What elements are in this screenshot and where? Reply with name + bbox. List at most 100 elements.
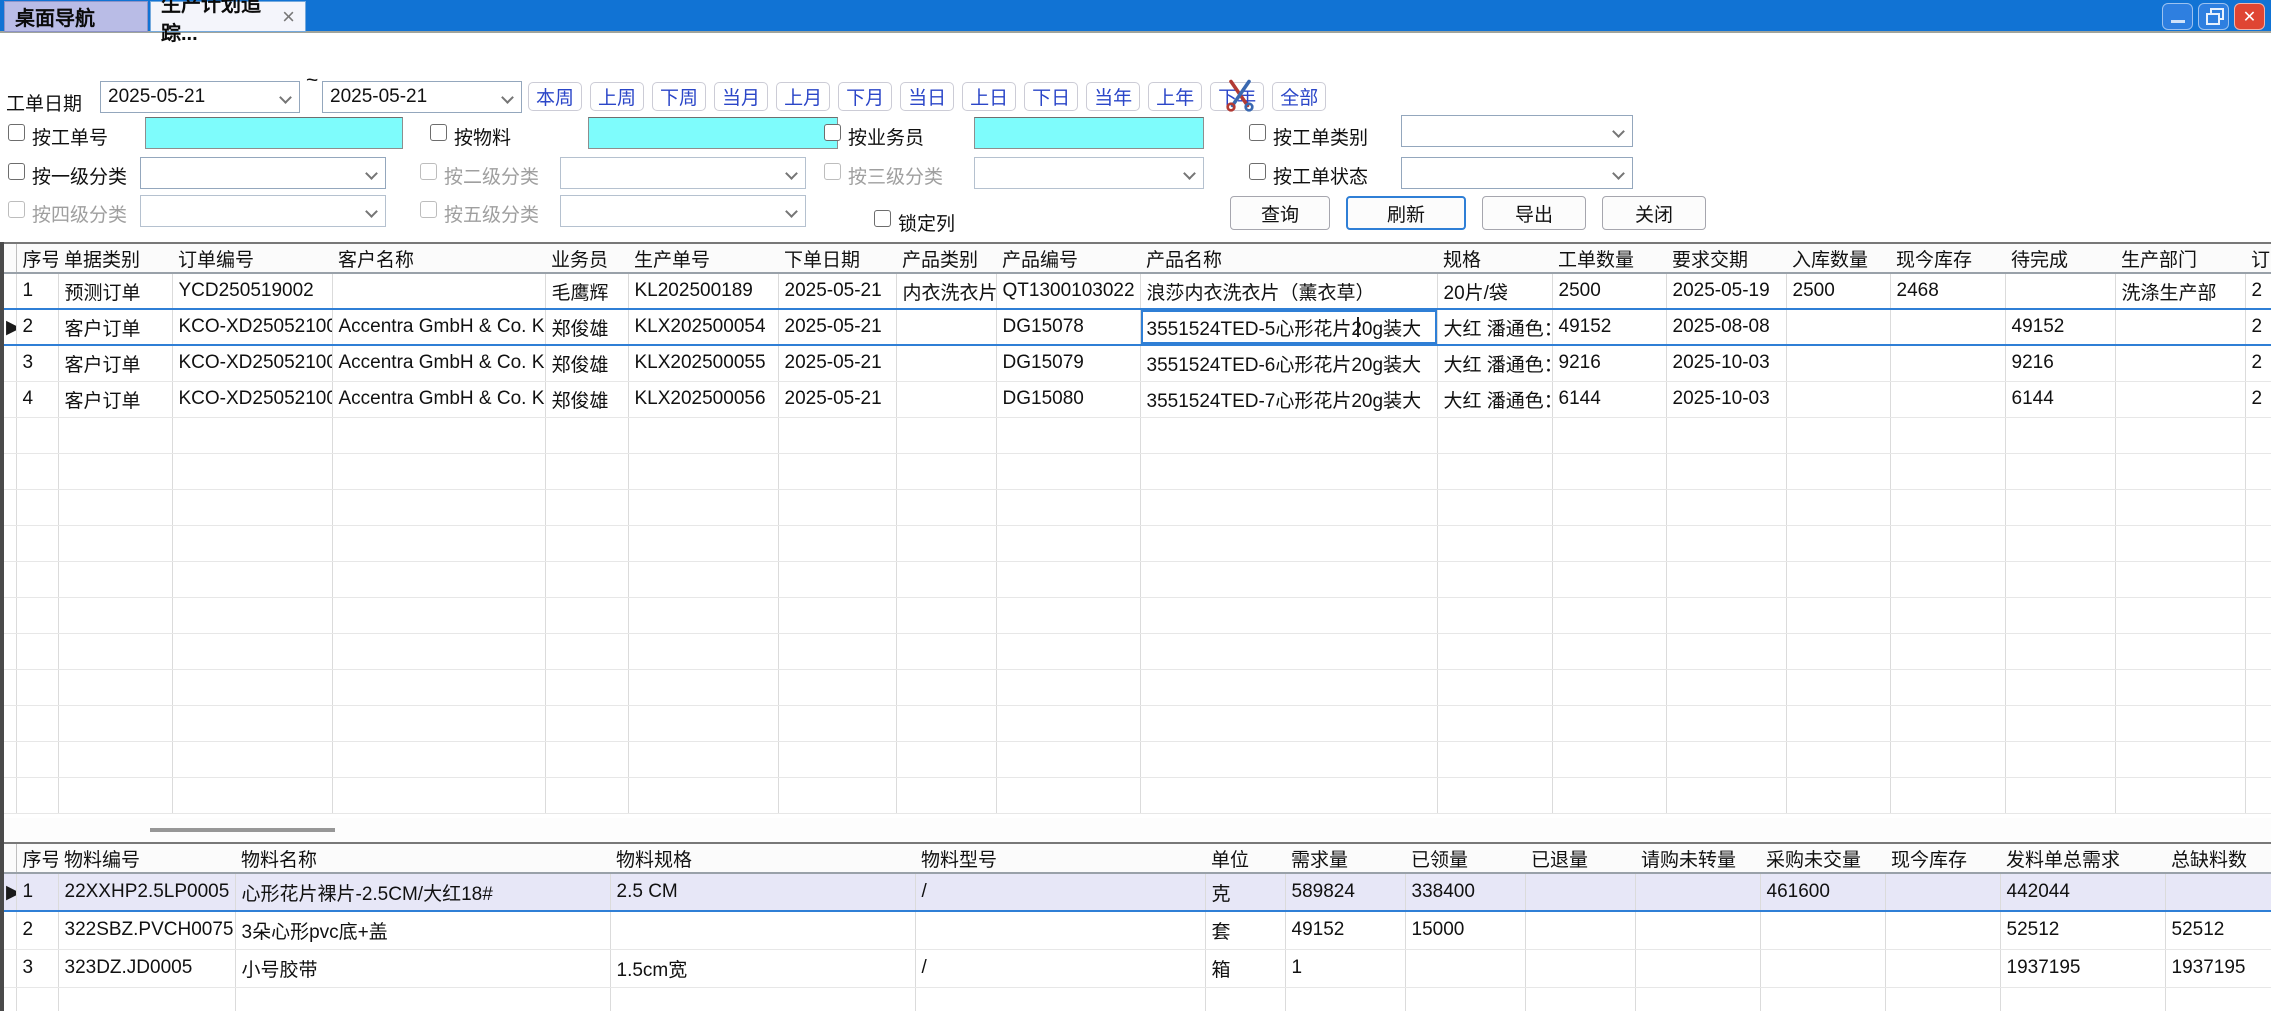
column-header[interactable]: 下单日期 xyxy=(778,244,896,273)
quick-range-button[interactable]: 下月 xyxy=(838,82,892,111)
table-cell[interactable]: KLX202500056 xyxy=(628,381,778,417)
by-cat5-checkbox[interactable] xyxy=(420,201,437,218)
column-header[interactable]: 业务员 xyxy=(545,244,628,273)
table-cell[interactable]: 套 xyxy=(1205,911,1285,949)
export-button[interactable]: 导出 xyxy=(1482,196,1586,230)
column-header[interactable]: 待完成 xyxy=(2005,244,2115,273)
cat5-combobox[interactable] xyxy=(560,195,806,227)
table-cell[interactable] xyxy=(332,273,545,309)
table-row[interactable]: 3323DZ.JD0005小号胶带1.5cm宽/箱119371951937195 xyxy=(0,949,2271,987)
table-cell[interactable] xyxy=(896,345,996,381)
table-cell[interactable]: Accentra GmbH & Co. KG xyxy=(332,381,545,417)
table-cell[interactable]: YCD250519002 xyxy=(172,273,332,309)
salesman-input[interactable] xyxy=(974,117,1204,149)
column-header[interactable]: 请购未转量 xyxy=(1635,844,1760,873)
column-header[interactable]: 物料编号 xyxy=(58,844,235,873)
table-cell[interactable]: 箱 xyxy=(1205,949,1285,987)
table-cell[interactable]: 小号胶带 xyxy=(235,949,610,987)
table-cell[interactable]: 3朵心形pvc底+盖 xyxy=(235,911,610,949)
column-header[interactable]: 物料规格 xyxy=(610,844,915,873)
table-cell[interactable] xyxy=(1635,873,1760,911)
material-input[interactable] xyxy=(588,117,838,149)
table-cell[interactable]: 2 xyxy=(2245,345,2271,381)
table-row[interactable]: ▶122XXHP2.5LP0005心形花片裸片-2.5CM/大红18#2.5 C… xyxy=(0,873,2271,911)
chevron-down-icon[interactable] xyxy=(1612,125,1625,138)
table-cell[interactable]: 2025-05-21 xyxy=(778,309,896,345)
quick-range-button[interactable]: 当日 xyxy=(900,82,954,111)
close-window-button[interactable]: ✕ xyxy=(2234,3,2265,30)
table-cell[interactable]: 郑俊雄 xyxy=(545,345,628,381)
table-cell[interactable]: 49152 xyxy=(2005,309,2115,345)
table-cell[interactable]: 322SBZ.PVCH0075 xyxy=(58,911,235,949)
table-cell[interactable] xyxy=(2115,381,2245,417)
tab-production-plan-tracking[interactable]: 生产计划追踪... × xyxy=(150,1,306,32)
column-header[interactable]: 订单编号 xyxy=(172,244,332,273)
column-header[interactable]: 序号 xyxy=(16,244,58,273)
table-cell[interactable]: 2 xyxy=(2245,273,2271,309)
table-cell[interactable] xyxy=(896,309,996,345)
table-cell[interactable]: KLX202500054 xyxy=(628,309,778,345)
column-header[interactable]: 要求交期 xyxy=(1666,244,1786,273)
table-cell[interactable]: 52512 xyxy=(2165,911,2271,949)
table-cell[interactable] xyxy=(1885,873,2000,911)
column-header[interactable]: 物料名称 xyxy=(235,844,610,873)
quick-range-button[interactable]: 当年 xyxy=(1086,82,1140,111)
column-header[interactable]: 已领量 xyxy=(1405,844,1525,873)
column-header[interactable]: 生产部门 xyxy=(2115,244,2245,273)
table-cell[interactable] xyxy=(610,911,915,949)
table-cell[interactable]: KL202500189 xyxy=(628,273,778,309)
cat3-combobox[interactable] xyxy=(974,157,1204,189)
table-cell[interactable]: KCO-XD250521000 xyxy=(172,309,332,345)
table-row[interactable]: 4客户订单KCO-XD250521000Accentra GmbH & Co. … xyxy=(0,381,2271,417)
table-cell[interactable]: 2 xyxy=(2245,381,2271,417)
table-cell[interactable]: 2468 xyxy=(1890,273,2005,309)
table-cell[interactable]: 442044 xyxy=(2000,873,2165,911)
table-cell[interactable]: 49152 xyxy=(1552,309,1666,345)
table-cell[interactable]: 1937195 xyxy=(2165,949,2271,987)
table-cell[interactable]: 589824 xyxy=(1285,873,1405,911)
table-cell[interactable]: 2500 xyxy=(1786,273,1890,309)
chevron-down-icon[interactable] xyxy=(279,91,292,104)
table-cell[interactable]: 323DZ.JD0005 xyxy=(58,949,235,987)
column-header[interactable]: 序号 xyxy=(16,844,58,873)
by-cat2-checkbox[interactable] xyxy=(420,163,437,180)
quick-range-button[interactable]: 上年 xyxy=(1148,82,1202,111)
table-cell[interactable]: 3551524TED-6心形花片20g装大 xyxy=(1140,345,1437,381)
cat4-combobox[interactable] xyxy=(140,195,386,227)
column-header[interactable]: 总缺料数 xyxy=(2165,844,2271,873)
quick-range-button[interactable]: 下日 xyxy=(1024,82,1078,111)
quick-range-button[interactable]: 上月 xyxy=(776,82,830,111)
by-order-status-checkbox[interactable] xyxy=(1249,163,1266,180)
table-cell[interactable]: 2025-05-21 xyxy=(778,273,896,309)
table-cell[interactable]: 4 xyxy=(16,381,58,417)
table-cell[interactable]: 大红 潘通色： xyxy=(1437,345,1552,381)
table-cell[interactable]: KCO-XD250521000 xyxy=(172,345,332,381)
table-cell[interactable]: QT1300103022 xyxy=(996,273,1140,309)
table-cell[interactable]: 3551524TED-5心形花片20g装大 xyxy=(1140,309,1437,345)
table-cell[interactable]: 20片/袋 xyxy=(1437,273,1552,309)
column-header[interactable]: 客户名称 xyxy=(332,244,545,273)
column-header[interactable]: 订 xyxy=(2245,244,2271,273)
chevron-down-icon[interactable] xyxy=(1183,167,1196,180)
table-cell[interactable]: 2500 xyxy=(1552,273,1666,309)
column-header[interactable]: 规格 xyxy=(1437,244,1552,273)
cat1-combobox[interactable] xyxy=(140,157,386,189)
table-cell[interactable]: / xyxy=(915,873,1205,911)
table-cell[interactable] xyxy=(2115,309,2245,345)
table-cell[interactable]: 浪莎内衣洗衣片（薰衣草） xyxy=(1140,273,1437,309)
table-cell[interactable]: / xyxy=(915,949,1205,987)
table-cell[interactable] xyxy=(1786,345,1890,381)
chevron-down-icon[interactable] xyxy=(1612,167,1625,180)
table-cell[interactable]: 338400 xyxy=(1405,873,1525,911)
table-cell[interactable]: DG15079 xyxy=(996,345,1140,381)
table-cell[interactable]: 大红 潘通色： xyxy=(1437,381,1552,417)
quick-range-button[interactable]: 下周 xyxy=(652,82,706,111)
table-cell[interactable]: 461600 xyxy=(1760,873,1885,911)
table-cell[interactable]: DG15078 xyxy=(996,309,1140,345)
table-cell[interactable]: Accentra GmbH & Co. KG xyxy=(332,345,545,381)
table-cell[interactable]: 1 xyxy=(16,273,58,309)
refresh-button[interactable]: 刷新 xyxy=(1346,196,1466,230)
table-cell[interactable]: KCO-XD250521000 xyxy=(172,381,332,417)
table-cell[interactable]: 1 xyxy=(16,873,58,911)
chevron-down-icon[interactable] xyxy=(785,205,798,218)
